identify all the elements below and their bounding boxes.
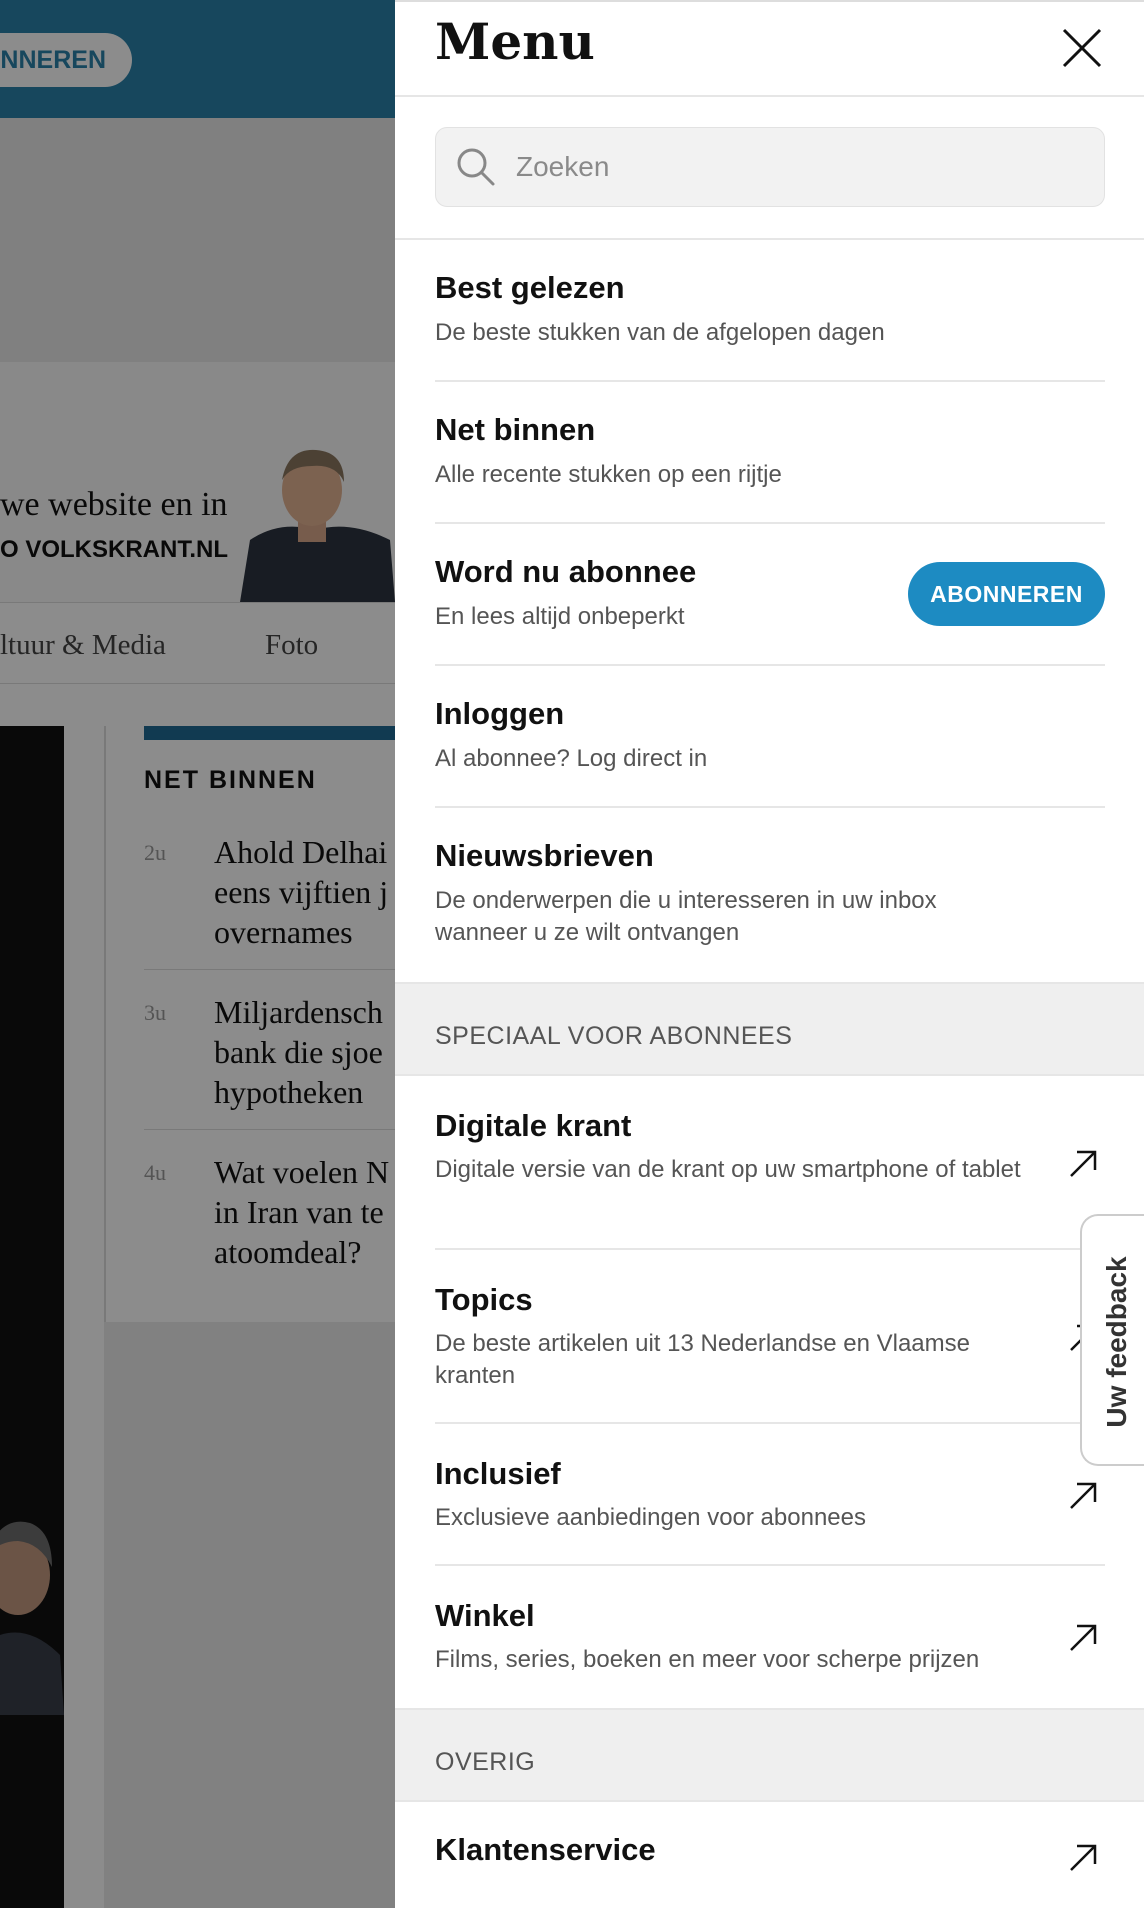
menu-item-subtitle: De beste artikelen uit 13 Nederlandse en… [435, 1330, 970, 1389]
menu-item-klantenservice[interactable]: Klantenservice [435, 1802, 1105, 1908]
subscribe-button[interactable]: ABONNEREN [908, 562, 1105, 626]
menu-item-title: Inloggen [435, 696, 565, 731]
menu-item-topics[interactable]: Topics De beste artikelen uit 13 Nederla… [435, 1250, 1105, 1424]
menu-item-inclusief[interactable]: Inclusief Exclusieve aanbiedingen voor a… [435, 1424, 1105, 1566]
menu-item-title: Winkel [435, 1598, 535, 1633]
menu-item-nieuwsbrieven[interactable]: Nieuwsbrieven De onderwerpen die u inter… [435, 808, 1105, 982]
section-header-subscribers: SPECIAAL VOOR ABONNEES [395, 982, 1144, 1076]
external-arrow-icon [1070, 1150, 1097, 1177]
menu-item-subtitle: Alle recente stukken op een rijtje [435, 461, 782, 488]
section-label: OVERIG [435, 1748, 536, 1776]
external-arrow-icon [1070, 1624, 1097, 1651]
menu-item-title: Best gelezen [435, 270, 625, 305]
menu-item-digitale-krant[interactable]: Digitale krant Digitale versie van de kr… [435, 1076, 1105, 1250]
menu-item-title: Digitale krant [435, 1108, 632, 1143]
menu-item-title: Inclusief [435, 1456, 561, 1491]
menu-item-word-abonnee[interactable]: Word nu abonnee En lees altijd onbeperkt… [435, 524, 1105, 666]
menu-item-title: Nieuwsbrieven [435, 838, 654, 873]
external-arrow-icon [1070, 1844, 1097, 1871]
menu-item-subtitle: De beste stukken van de afgelopen dagen [435, 319, 885, 346]
menu-item-net-binnen[interactable]: Net binnen Alle recente stukken op een r… [435, 382, 1105, 524]
menu-drawer: Menu Best gelezen De beste stukken van d… [395, 0, 1144, 1908]
menu-item-subtitle: Digitale versie van de krant op uw smart… [435, 1156, 1021, 1183]
menu-title: Menu [435, 12, 595, 71]
feedback-label: Uw feedback [1101, 1256, 1132, 1428]
search-input[interactable] [516, 128, 1076, 206]
menu-item-title: Klantenservice [435, 1832, 656, 1867]
menu-item-title: Topics [435, 1282, 533, 1317]
menu-item-title: Net binnen [435, 412, 596, 447]
menu-item-subtitle: Exclusieve aanbiedingen voor abonnees [435, 1504, 866, 1531]
menu-item-title: Word nu abonnee [435, 554, 697, 589]
close-icon[interactable] [1060, 26, 1104, 70]
section-label: SPECIAAL VOOR ABONNEES [435, 1022, 793, 1050]
menu-item-subtitle: De onderwerpen die u interesseren in uw … [435, 887, 937, 946]
section-header-other: OVERIG [395, 1708, 1144, 1802]
search-box[interactable] [435, 127, 1105, 207]
menu-header: Menu [395, 0, 1144, 97]
external-arrow-icon [1070, 1482, 1097, 1509]
menu-item-subtitle: Films, series, boeken en meer voor scher… [435, 1646, 980, 1673]
search-section [395, 97, 1144, 240]
menu-item-winkel[interactable]: Winkel Films, series, boeken en meer voo… [435, 1566, 1105, 1708]
menu-item-inloggen[interactable]: Inloggen Al abonnee? Log direct in [435, 666, 1105, 808]
search-icon [457, 148, 495, 186]
feedback-tab[interactable]: Uw feedback [1080, 1214, 1144, 1466]
menu-item-best-gelezen[interactable]: Best gelezen De beste stukken van de afg… [435, 240, 1105, 382]
menu-item-subtitle: Al abonnee? Log direct in [435, 745, 708, 772]
modal-backdrop[interactable] [0, 0, 395, 1908]
